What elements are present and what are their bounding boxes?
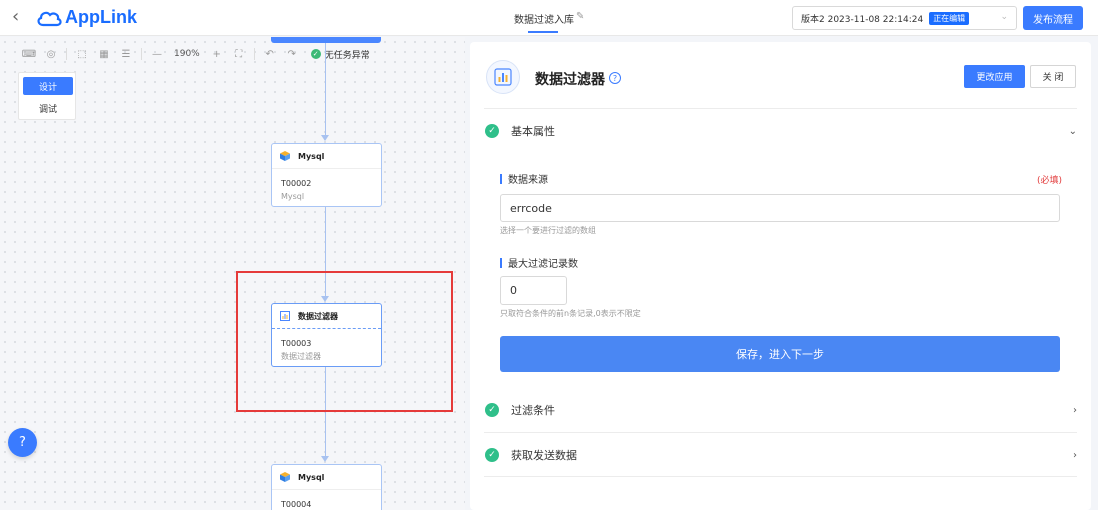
check-circle-icon: ✓ <box>310 49 321 59</box>
selection-highlight <box>236 271 453 412</box>
data-source-hint: 选择一个要进行过滤的数组 <box>500 226 596 235</box>
section-label: 过滤条件 <box>511 404 555 417</box>
max-records-input[interactable] <box>500 276 567 305</box>
database-icon <box>280 151 290 161</box>
apply-changes-button[interactable]: 更改应用 <box>964 65 1025 88</box>
node-id: T00002 <box>281 179 312 188</box>
section-filter-conditions[interactable]: ✓ 过滤条件 › <box>484 400 1077 420</box>
edge-arrow <box>321 456 329 462</box>
check-circle-icon: ✓ <box>485 403 499 417</box>
data-source-label: 数据来源 <box>500 171 548 186</box>
select-area-icon[interactable]: ⬚ <box>71 49 93 60</box>
start-node-edge[interactable] <box>271 37 381 43</box>
publish-button[interactable]: 发布流程 <box>1023 6 1083 30</box>
node-id: T00004 <box>281 500 312 509</box>
version-text: 版本2 2023-11-08 22:14:24 <box>801 14 924 25</box>
filter-chart-icon <box>486 60 520 94</box>
check-circle-icon: ✓ <box>485 448 499 462</box>
node-header: Mysql <box>272 144 381 169</box>
flow-node-mysql[interactable]: Mysql T00002 Mysql <box>271 143 382 207</box>
zoom-level: 190% <box>174 49 200 59</box>
editing-badge: 正在编辑 <box>929 11 970 25</box>
save-next-button[interactable]: 保存，进入下一步 <box>500 336 1060 372</box>
version-select[interactable]: 版本2 2023-11-08 22:14:24 正在编辑 ⌄ <box>792 6 1017 30</box>
back-icon[interactable]: ‹ <box>12 7 19 27</box>
properties-panel: 数据过滤器 ? 更改应用 关 闭 ✓ 基本属性 ⌄ 数据来源 (必填) 选择一个… <box>470 42 1091 510</box>
panel-title: 数据过滤器 <box>535 72 605 88</box>
chevron-right-icon: › <box>1073 404 1077 416</box>
layout-icon[interactable]: ▦ <box>93 49 115 60</box>
fullscreen-icon[interactable]: ⛶ <box>228 49 250 60</box>
divider <box>141 48 142 60</box>
flow-node-mysql[interactable]: Mysql T00004 <box>271 464 382 510</box>
required-marker: (必填) <box>1037 176 1063 186</box>
node-title: Mysql <box>298 472 325 482</box>
divider <box>484 476 1077 477</box>
logo: AppLink <box>36 7 137 28</box>
edit-icon[interactable]: ✎ <box>576 11 587 22</box>
node-body: T00002 Mysql <box>272 169 381 211</box>
fit-view-icon[interactable]: ◎ <box>40 49 62 60</box>
divider <box>484 432 1077 433</box>
max-records-hint: 只取符合条件的前n条记录,0表示不限定 <box>500 309 641 318</box>
database-icon <box>280 472 290 482</box>
task-status: ✓ 无任务异常 <box>310 48 370 61</box>
help-icon[interactable]: ? <box>609 72 621 84</box>
node-subtitle: Mysql <box>281 192 305 201</box>
redo-icon[interactable]: ↷ <box>281 49 303 60</box>
chevron-right-icon: › <box>1073 449 1077 461</box>
edge-line <box>325 43 326 136</box>
divider <box>66 48 67 60</box>
flow-title[interactable]: 数据过滤入库 <box>514 11 574 26</box>
edge-arrow <box>321 135 329 141</box>
node-body: T00004 <box>272 490 381 510</box>
node-header: Mysql <box>272 465 381 490</box>
node-title: Mysql <box>298 151 325 161</box>
app-name: AppLink <box>65 7 137 27</box>
align-icon[interactable]: ☰ <box>115 49 137 60</box>
section-basic-properties[interactable]: ✓ 基本属性 ⌄ <box>484 121 1077 141</box>
task-status-text: 无任务异常 <box>324 50 370 61</box>
canvas-toolbar: ⌨ ◎ ⬚ ▦ ☰ — 190% + ⛶ ↶ ↷ ✓ 无任务异常 <box>18 44 418 64</box>
zoom-out-icon[interactable]: — <box>146 49 168 60</box>
section-label: 基本属性 <box>511 125 555 138</box>
chevron-down-icon: ⌄ <box>1000 12 1008 22</box>
divider <box>253 48 255 60</box>
check-circle-icon: ✓ <box>485 124 499 138</box>
zoom-in-icon[interactable]: + <box>206 49 228 60</box>
mode-debug-button[interactable]: 调试 <box>23 99 73 117</box>
section-fetch-send-data[interactable]: ✓ 获取发送数据 › <box>484 445 1077 465</box>
chevron-down-icon: ⌄ <box>1068 125 1077 137</box>
top-bar: ‹ AppLink 数据过滤入库 ✎ 版本2 2023-11-08 22:14:… <box>0 0 1098 36</box>
data-source-input[interactable] <box>500 194 1060 222</box>
undo-icon[interactable]: ↶ <box>259 49 281 60</box>
mode-switcher: 设计 调试 <box>18 72 76 120</box>
cloud-icon <box>37 11 62 26</box>
divider <box>484 108 1077 109</box>
keyboard-icon[interactable]: ⌨ <box>18 49 40 60</box>
max-records-label: 最大过滤记录数 <box>500 255 578 270</box>
close-button[interactable]: 关 闭 <box>1030 65 1076 88</box>
flow-title-underline <box>528 31 558 33</box>
section-label: 获取发送数据 <box>511 449 577 462</box>
help-icon[interactable]: ? <box>8 428 37 457</box>
mode-design-button[interactable]: 设计 <box>23 77 73 95</box>
